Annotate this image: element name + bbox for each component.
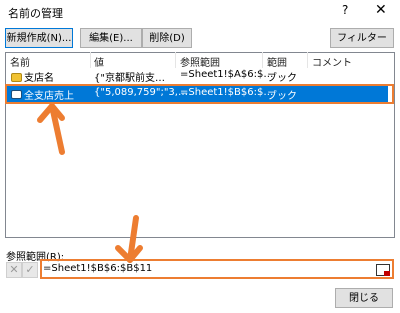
cancel-edit-icon[interactable]: ✕ bbox=[6, 262, 22, 278]
filter-button[interactable]: フィルター(F) ▾ bbox=[330, 28, 394, 64]
close-icon[interactable]: ✕ bbox=[375, 2, 387, 18]
close-button[interactable]: 閉じる bbox=[335, 288, 393, 308]
annotation-arrow-up-icon bbox=[37, 103, 65, 155]
confirm-edit-icon[interactable]: ✓ bbox=[22, 262, 38, 278]
header-divider bbox=[175, 52, 176, 68]
annotation-arrow-down-icon bbox=[115, 215, 143, 263]
name-range-icon bbox=[11, 73, 22, 82]
help-icon[interactable]: ? bbox=[342, 3, 348, 17]
row-reference: =Sheet1!$A$6:$… bbox=[180, 69, 274, 80]
new-button[interactable]: 新規作成(N)... bbox=[5, 28, 73, 48]
column-header-comment[interactable]: コメント bbox=[312, 54, 352, 69]
row-scope: ブック bbox=[267, 73, 297, 84]
title-bar: 名前の管理 ? ✕ bbox=[0, 0, 400, 24]
delete-button[interactable]: 削除(D) bbox=[142, 28, 192, 48]
header-divider bbox=[262, 52, 263, 68]
dialog-title: 名前の管理 bbox=[8, 7, 63, 20]
row-value: {"京都駅前支… bbox=[94, 73, 165, 84]
column-header-name[interactable]: 名前 bbox=[10, 54, 30, 69]
edit-button[interactable]: 編集(E)... bbox=[80, 28, 142, 48]
column-header-value[interactable]: 値 bbox=[94, 54, 104, 69]
header-divider bbox=[90, 52, 91, 68]
column-header-reference[interactable]: 参照範囲 bbox=[180, 54, 220, 69]
column-header-scope[interactable]: 範囲 bbox=[267, 54, 287, 69]
header-divider bbox=[307, 52, 308, 68]
row-name[interactable]: 支店名 bbox=[24, 69, 54, 84]
highlight-frame bbox=[40, 259, 394, 279]
